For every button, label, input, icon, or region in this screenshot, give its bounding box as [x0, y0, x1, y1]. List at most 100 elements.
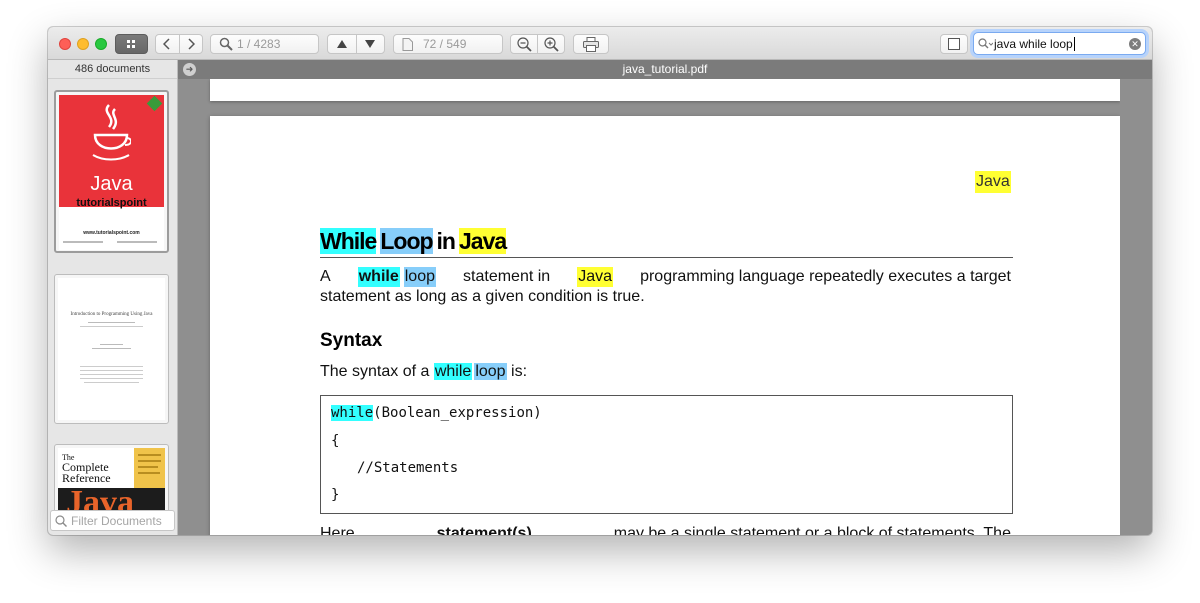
thumbnail-page: Java tutorialspoint SIMPLY EASY LEARNING…: [59, 95, 164, 250]
heading-word: While: [320, 228, 377, 254]
text-line: [80, 326, 143, 327]
document-thumbnail-java-tutorial[interactable]: Java tutorialspoint SIMPLY EASY LEARNING…: [54, 90, 169, 253]
single-page-toggle-button[interactable]: [940, 34, 968, 54]
document-title-bar: ➜ java_tutorial.pdf: [178, 60, 1152, 79]
text-line: [100, 344, 123, 345]
heading-rule: [320, 257, 1013, 258]
text: A: [320, 268, 331, 285]
toolbar: 1 / 4283 72 / 549 java while loop ✕: [48, 27, 1152, 60]
previous-page: [210, 79, 1120, 101]
highlight-while: while: [433, 363, 473, 380]
text-caret: [1073, 36, 1075, 51]
text: The syntax of a: [320, 363, 430, 380]
search-icon: [55, 514, 67, 527]
heading-word: in: [436, 228, 456, 254]
document-thumbnail-intro-programming[interactable]: Introduction to Programming Using Java: [54, 274, 169, 424]
page-heading: While Loop in Java: [320, 227, 507, 255]
text: programming language repeatedly executes…: [640, 268, 1011, 285]
text-line: [80, 370, 143, 371]
text-line: [92, 348, 131, 349]
filter-placeholder: Filter Documents: [71, 513, 162, 528]
text: may be a single statement or a block of …: [613, 525, 1011, 535]
heading-word: Loop: [380, 228, 434, 254]
highlight-loop: loop: [474, 363, 507, 380]
next-result-button[interactable]: [355, 35, 385, 53]
document-filename: java_tutorial.pdf: [622, 62, 708, 76]
text: Here: [320, 525, 355, 535]
document-count: 486 documents: [48, 60, 177, 79]
text: statement in: [463, 268, 551, 285]
print-button[interactable]: [573, 34, 609, 54]
text-line: [88, 322, 135, 323]
back-arrow-icon[interactable]: ➜: [183, 63, 196, 76]
document-sidebar: 486 documents Java tutorialspoint SIMPLY…: [48, 60, 178, 535]
zoom-in-icon: [544, 36, 559, 52]
text-line: [80, 378, 143, 379]
highlight-loop: loop: [403, 267, 436, 287]
clear-search-icon[interactable]: ✕: [1129, 38, 1141, 50]
cover-tagline: SIMPLY EASY LEARNING: [77, 211, 146, 216]
square-icon: [948, 38, 960, 50]
text-bold: statement(s): [436, 525, 532, 535]
previous-result-button[interactable]: [328, 35, 356, 53]
printer-icon: [583, 36, 599, 52]
zoom-out-icon: [517, 36, 532, 52]
minimize-window-button[interactable]: [77, 38, 89, 50]
cover-title: Java: [90, 173, 133, 195]
code-line: }: [331, 487, 340, 503]
forward-button[interactable]: [178, 35, 203, 53]
chevron-left-icon: [163, 38, 170, 50]
document-thumbnail-complete-reference[interactable]: The Complete Reference Java: [54, 444, 169, 514]
search-input[interactable]: java while loop ✕: [973, 32, 1146, 55]
cover-brand: tutorialspoint: [76, 197, 147, 209]
back-button[interactable]: [156, 35, 179, 53]
zoom-segment: [510, 34, 565, 54]
paragraph-line: statement as long as a given condition i…: [320, 288, 645, 305]
section-heading: Syntax: [320, 330, 383, 351]
current-page: Java While Loop in Java A while loop stateme…: [210, 116, 1120, 535]
filter-documents-input[interactable]: Filter Documents: [50, 510, 175, 531]
thumb-title: Introduction to Programming Using Java: [70, 312, 153, 317]
zoom-out-button[interactable]: [511, 35, 537, 53]
search-icon: [978, 37, 993, 48]
thumbnail-page: The Complete Reference Java: [58, 448, 165, 513]
cover-url: www.tutorialspoint.com: [83, 230, 140, 236]
app-window: 1 / 4283 72 / 549 java while loop ✕ 486 …: [48, 27, 1152, 535]
page-icon: [402, 37, 413, 51]
java-cup-icon: [92, 104, 131, 161]
cover-text-line: [138, 454, 161, 456]
search-results-field[interactable]: 1 / 4283: [210, 34, 319, 54]
heading-word: Java: [459, 228, 507, 254]
code-block: while(Boolean_expression) { //Statements…: [320, 395, 1013, 514]
code-line: {: [331, 433, 340, 449]
cover-footer-line: [117, 241, 157, 243]
document-viewer[interactable]: Java While Loop in Java A while loop stateme…: [178, 79, 1152, 535]
close-window-button[interactable]: [59, 38, 71, 50]
code-text: (Boolean_expression): [373, 405, 542, 421]
text-line: [84, 382, 139, 383]
thumbnail-page: Introduction to Programming Using Java: [58, 278, 165, 420]
zoom-in-button[interactable]: [537, 35, 564, 53]
paragraph-line: Here statement(s) may be a single statem…: [320, 524, 1011, 535]
cover-footer-line: [63, 241, 103, 243]
zoom-window-button[interactable]: [95, 38, 107, 50]
paragraph-line: A while loop statement in Java programmin…: [320, 267, 1011, 287]
text: is:: [511, 363, 528, 380]
nav-segment: [155, 34, 203, 54]
page-number-field[interactable]: 72 / 549: [393, 34, 503, 54]
highlight-while: while: [357, 267, 400, 287]
text-line: [80, 366, 143, 367]
text-line: [80, 374, 143, 375]
search-query-text: java while loop: [994, 36, 1073, 51]
magnifier-icon: [219, 37, 233, 51]
page-counter: 72 / 549: [423, 37, 467, 51]
running-header: Java: [975, 171, 1011, 193]
highlight-java: Java: [577, 267, 614, 287]
triangle-down-icon: [365, 40, 376, 48]
cover-text-line: [138, 460, 161, 462]
code-line: //Statements: [357, 460, 459, 476]
triangle-up-icon: [336, 40, 347, 48]
sidebar-toggle-button[interactable]: [115, 34, 148, 54]
paragraph-line: The syntax of a while loop is:: [320, 362, 1011, 382]
cover-line-3: Reference: [62, 471, 111, 485]
